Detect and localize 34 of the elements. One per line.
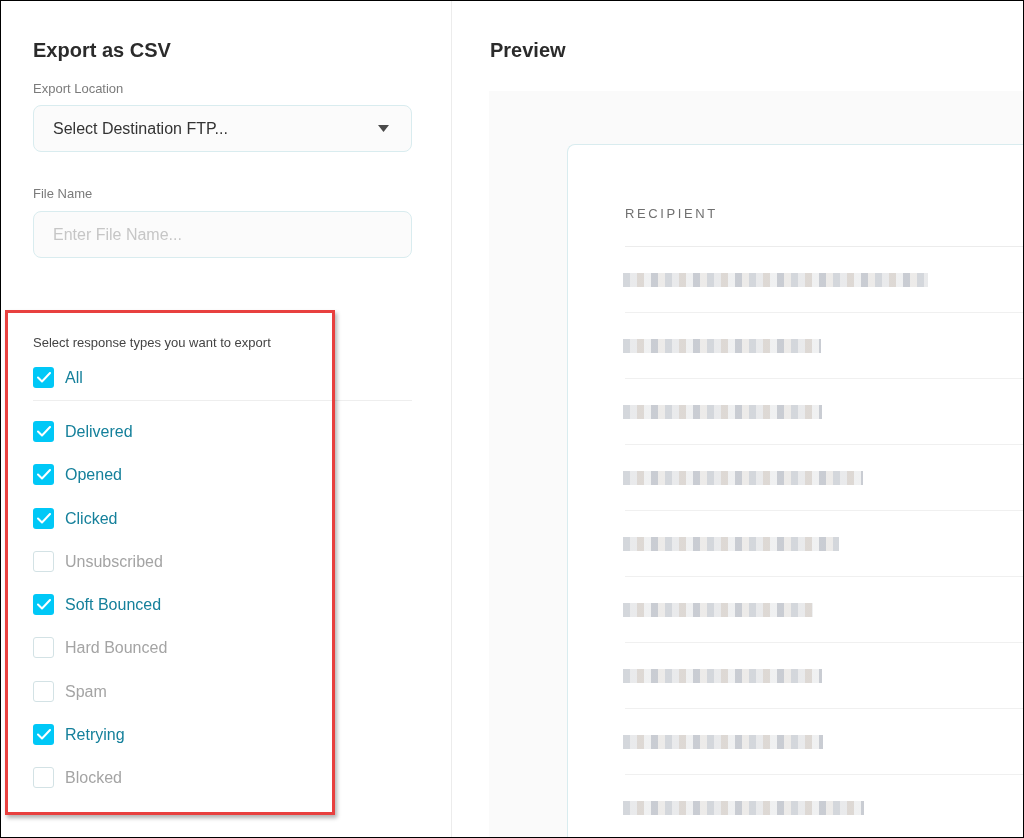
panel-title: Export as CSV: [33, 38, 171, 63]
checkbox[interactable]: [33, 367, 54, 388]
checkbox-label[interactable]: Unsubscribed: [65, 550, 163, 572]
instruction-text: Select response types you want to export: [33, 334, 271, 352]
column-header: RECIPIENT: [625, 205, 718, 223]
checkbox-label[interactable]: Hard Bounced: [65, 637, 168, 659]
checkbox-label[interactable]: Clicked: [65, 507, 118, 529]
checkbox[interactable]: [33, 507, 54, 529]
checkmark-icon: [36, 729, 51, 741]
checkbox[interactable]: [33, 421, 54, 442]
checkbox[interactable]: [33, 464, 54, 486]
destination-select[interactable]: Select Destination FTP...: [33, 105, 412, 152]
checkbox[interactable]: [33, 680, 54, 702]
checkbox-label[interactable]: All: [65, 367, 83, 388]
checkbox[interactable]: [33, 550, 54, 572]
checkbox[interactable]: [33, 767, 54, 789]
checkmark-icon: [36, 512, 51, 524]
checkbox-label[interactable]: Spam: [65, 680, 107, 702]
checkbox-label[interactable]: Soft Bounced: [65, 594, 162, 616]
field-label: File Name: [33, 185, 93, 203]
checkmark-icon: [36, 426, 51, 437]
checkbox-label[interactable]: Blocked: [65, 767, 122, 789]
checkmark-icon: [36, 599, 51, 611]
checkbox-label[interactable]: Opened: [65, 464, 122, 486]
checkbox-label[interactable]: Delivered: [65, 421, 133, 442]
checkbox-label[interactable]: Retrying: [65, 724, 125, 746]
checkmark-icon: [36, 372, 51, 383]
checkbox[interactable]: [33, 724, 54, 746]
caret-down-icon: [378, 125, 389, 132]
panel-title: Preview: [490, 38, 566, 63]
field-label: Export Location: [33, 80, 124, 98]
checkmark-icon: [36, 469, 51, 481]
checkbox[interactable]: [33, 594, 54, 616]
checkbox[interactable]: [33, 637, 54, 659]
